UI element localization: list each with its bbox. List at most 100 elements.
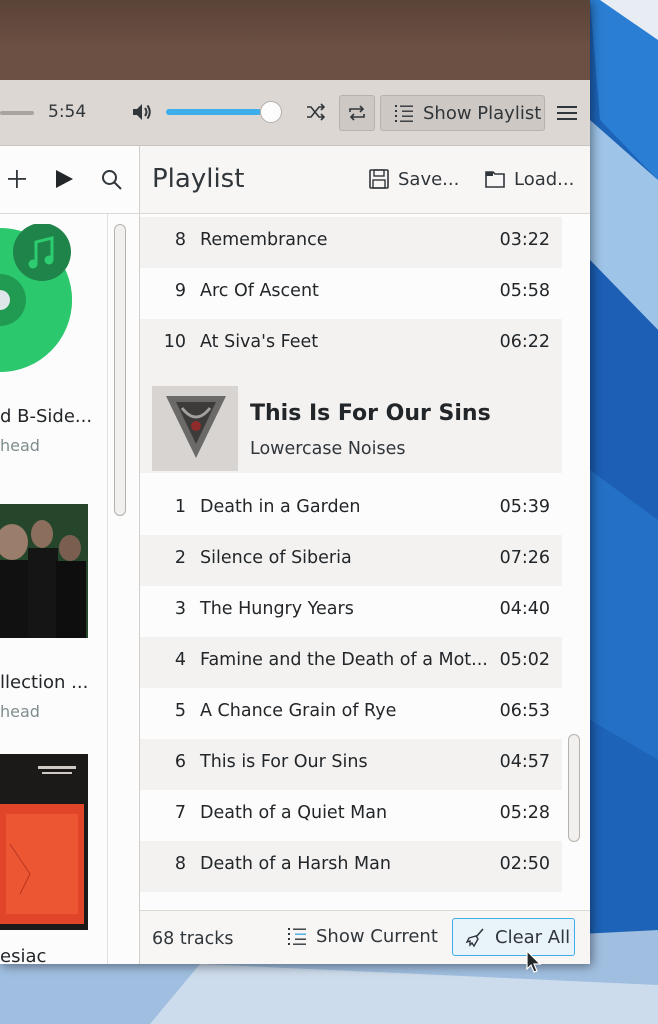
album-title: esiac <box>0 946 47 964</box>
track-number: 4 <box>174 650 186 670</box>
album-heading: This Is For Our Sins <box>250 401 491 426</box>
track-number: 2 <box>174 548 186 568</box>
track-number: 8 <box>174 854 186 874</box>
playlist-panel: Playlist Save... Load... 8 Remembrance 0… <box>140 146 590 964</box>
folder-icon <box>485 171 505 188</box>
playlist-scrollbar[interactable] <box>568 734 580 842</box>
show-playlist-button[interactable]: Show Playlist <box>380 95 545 131</box>
playlist-footer: 68 tracks Show Current Clear All <box>140 910 590 964</box>
track-row[interactable]: 5 A Chance Grain of Rye 06:53 <box>140 688 562 739</box>
track-title: Death of a Harsh Man <box>200 854 391 874</box>
volume-slider[interactable] <box>166 109 274 115</box>
track-row[interactable]: 8 Remembrance 03:22 <box>140 217 562 268</box>
track-number: 5 <box>174 701 186 721</box>
playlist-icon <box>395 105 413 122</box>
track-title: A Chance Grain of Rye <box>200 701 397 721</box>
track-row[interactable]: 3 The Hungry Years 04:40 <box>140 586 562 637</box>
track-row[interactable]: 9 Arc Of Ascent 05:58 <box>140 268 562 319</box>
album-title: llection ... <box>0 672 89 693</box>
track-title: Death of a Quiet Man <box>200 803 388 823</box>
playlist-track-list: 8 Remembrance 03:22 9 Arc Of Ascent 05:5… <box>140 214 562 910</box>
album-title: d B-Side... <box>0 406 93 427</box>
track-duration: 04:57 <box>499 752 550 772</box>
save-label: Save... <box>398 168 460 190</box>
clear-all-label: Clear All <box>495 926 571 948</box>
track-number: 10 <box>163 332 186 352</box>
track-duration: 05:28 <box>499 803 550 823</box>
track-duration: 02:50 <box>499 854 550 874</box>
album-card[interactable]: esiac <box>0 754 107 964</box>
shuffle-button[interactable] <box>302 98 330 126</box>
album-section-header: This Is For Our Sins Lowercase Noises <box>140 369 562 473</box>
clear-all-button[interactable]: Clear All <box>452 918 575 956</box>
library-scrollbar[interactable] <box>114 224 126 516</box>
mouse-cursor-icon <box>526 950 542 973</box>
track-number: 3 <box>174 599 186 619</box>
track-title: This is For Our Sins <box>200 752 368 772</box>
track-number: 9 <box>174 281 186 301</box>
track-row[interactable]: 4 Famine and the Death of a Mot... 05:02 <box>140 637 562 688</box>
track-title: At Siva's Feet <box>200 332 319 352</box>
album-artist-heading: Lowercase Noises <box>250 439 406 459</box>
album-cover-music-note <box>0 224 72 372</box>
play-icon[interactable] <box>53 168 75 190</box>
playlist-header: Playlist Save... Load... <box>140 146 590 214</box>
track-number: 1 <box>174 497 186 517</box>
show-current-button[interactable]: Show Current <box>286 925 438 947</box>
save-icon <box>369 169 389 189</box>
repeat-icon <box>349 105 365 121</box>
track-row[interactable]: 6 This is For Our Sins 04:57 <box>140 739 562 790</box>
album-cover-image <box>152 386 238 471</box>
save-playlist-button[interactable]: Save... <box>368 168 459 190</box>
album-card[interactable]: llection ... head <box>0 484 107 724</box>
hamburger-menu-icon <box>557 106 577 120</box>
track-duration: 05:02 <box>499 650 550 670</box>
track-title: Arc Of Ascent <box>200 281 319 301</box>
playlist-title: Playlist <box>152 164 245 194</box>
track-count: 68 tracks <box>152 929 234 949</box>
album-artist: head <box>0 436 40 455</box>
track-row[interactable]: 8 Death of a Harsh Man 02:50 <box>140 841 562 892</box>
track-duration: 03:22 <box>499 230 550 250</box>
search-icon[interactable] <box>100 168 124 192</box>
add-icon[interactable] <box>6 168 28 190</box>
volume-slider-handle[interactable] <box>260 101 282 123</box>
track-title: Remembrance <box>200 230 328 250</box>
track-number: 8 <box>174 230 186 250</box>
library-toolbar <box>0 146 140 214</box>
track-row[interactable]: 1 Death in a Garden 05:39 <box>140 484 562 535</box>
header-background-art <box>0 0 590 80</box>
track-title: Death in a Garden <box>200 497 361 517</box>
track-row[interactable]: 7 Death of a Quiet Man 05:28 <box>140 790 562 841</box>
track-row-partial[interactable] <box>140 892 562 910</box>
album-artist: head <box>0 702 40 721</box>
album-grid: d B-Side... head llection ... head esiac <box>0 214 108 964</box>
track-duration: 07:26 <box>499 548 550 568</box>
track-row[interactable]: 10 At Siva's Feet 06:22 <box>140 319 562 370</box>
show-playlist-label: Show Playlist <box>423 102 542 124</box>
seek-slider[interactable] <box>0 111 34 115</box>
album-cover-red-artwork <box>0 754 88 930</box>
show-current-label: Show Current <box>316 925 438 947</box>
load-playlist-button[interactable]: Load... <box>484 168 574 190</box>
track-number: 6 <box>174 752 186 772</box>
track-duration: 05:58 <box>499 281 550 301</box>
track-duration: 05:39 <box>499 497 550 517</box>
track-row[interactable]: 2 Silence of Siberia 07:26 <box>140 535 562 586</box>
track-title: The Hungry Years <box>200 599 354 619</box>
shuffle-icon <box>307 103 326 121</box>
elisa-window: 5:54 Show Playlist d B-Side... head llec… <box>0 0 590 964</box>
track-title: Famine and the Death of a Mot... <box>200 650 488 670</box>
hamburger-menu-button[interactable] <box>552 98 582 128</box>
track-duration: 06:53 <box>499 701 550 721</box>
volume-icon[interactable] <box>130 100 154 124</box>
repeat-button[interactable] <box>339 95 375 131</box>
album-card[interactable]: d B-Side... head <box>0 214 107 455</box>
track-number: 7 <box>174 803 186 823</box>
track-duration: 06:22 <box>499 332 550 352</box>
library-panel: d B-Side... head llection ... head esiac <box>0 146 140 964</box>
volume-fill <box>166 109 262 115</box>
broom-icon <box>465 928 484 948</box>
track-title: Silence of Siberia <box>200 548 352 568</box>
show-current-icon <box>288 928 306 945</box>
